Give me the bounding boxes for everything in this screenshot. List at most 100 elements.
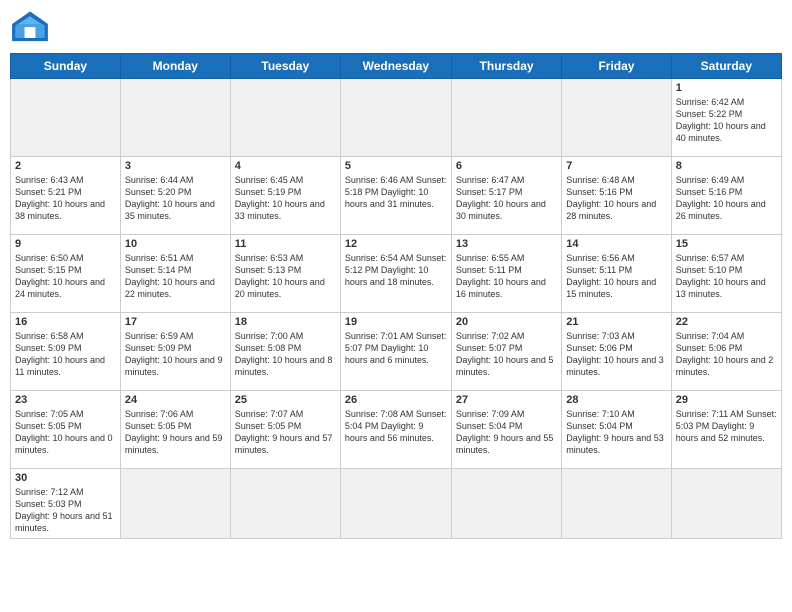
day-number: 18 [235, 316, 336, 328]
day-info: Sunrise: 7:10 AM Sunset: 5:04 PM Dayligh… [566, 408, 666, 457]
day-info: Sunrise: 7:07 AM Sunset: 5:05 PM Dayligh… [235, 408, 336, 457]
day-number: 12 [345, 238, 447, 250]
day-header-saturday: Saturday [671, 54, 781, 79]
calendar-cell: 14Sunrise: 6:56 AM Sunset: 5:11 PM Dayli… [562, 235, 671, 313]
day-number: 21 [566, 316, 666, 328]
day-number: 27 [456, 394, 557, 406]
day-header-friday: Friday [562, 54, 671, 79]
calendar-cell: 30 Sunrise: 7:12 AM Sunset: 5:03 PM Dayli… [11, 469, 121, 539]
day-number: 20 [456, 316, 557, 328]
calendar-cell: 3Sunrise: 6:44 AM Sunset: 5:20 PM Daylig… [120, 157, 230, 235]
day-number: 19 [345, 316, 447, 328]
day-header-monday: Monday [120, 54, 230, 79]
calendar-cell [11, 79, 121, 157]
day-info: Sunrise: 6:45 AM Sunset: 5:19 PM Dayligh… [235, 174, 336, 223]
week-row-4: 23 Sunrise: 7:05 AM Sunset: 5:05 PM Dayli… [11, 391, 782, 469]
calendar-cell: 18 Sunrise: 7:00 AM Sunset: 5:08 PM Dayli… [230, 313, 340, 391]
week-row-1: 2 Sunrise: 6:43 AM Sunset: 5:21 PM Daylig… [11, 157, 782, 235]
day-number: 24 [125, 394, 226, 406]
day-number: 4 [235, 160, 336, 172]
day-info: Sunrise: 6:46 AM Sunset: 5:18 PM Dayligh… [345, 174, 447, 210]
day-number: 15 [676, 238, 777, 250]
calendar-cell: 12 Sunrise: 6:54 AM Sunset: 5:12 PM Dayli… [340, 235, 451, 313]
calendar-cell: 6Sunrise: 6:47 AM Sunset: 5:17 PM Daylig… [451, 157, 561, 235]
calendar-cell: 24 Sunrise: 7:06 AM Sunset: 5:05 PM Dayli… [120, 391, 230, 469]
calendar-cell [120, 79, 230, 157]
calendar-cell: 29Sunrise: 7:11 AM Sunset: 5:03 PM Dayli… [671, 391, 781, 469]
day-number: 30 [15, 472, 116, 484]
day-info: Sunrise: 6:43 AM Sunset: 5:21 PM Dayligh… [15, 174, 116, 223]
day-number: 13 [456, 238, 557, 250]
calendar-cell [340, 79, 451, 157]
calendar-cell: 15 Sunrise: 6:57 AM Sunset: 5:10 PM Dayli… [671, 235, 781, 313]
calendar-cell [230, 79, 340, 157]
calendar-cell: 21 Sunrise: 7:03 AM Sunset: 5:06 PM Dayli… [562, 313, 671, 391]
week-row-5: 30 Sunrise: 7:12 AM Sunset: 5:03 PM Dayli… [11, 469, 782, 539]
day-info: Sunrise: 7:04 AM Sunset: 5:06 PM Dayligh… [676, 330, 777, 379]
calendar-cell [120, 469, 230, 539]
calendar-cell: 13 Sunrise: 6:55 AM Sunset: 5:11 PM Dayli… [451, 235, 561, 313]
calendar-cell [230, 469, 340, 539]
calendar-cell: 9 Sunrise: 6:50 AM Sunset: 5:15 PM Daylig… [11, 235, 121, 313]
calendar-cell: 1 Sunrise: 6:42 AM Sunset: 5:22 PM Daylig… [671, 79, 781, 157]
calendar-cell [451, 79, 561, 157]
day-info: Sunrise: 7:02 AM Sunset: 5:07 PM Dayligh… [456, 330, 557, 379]
day-info: Sunrise: 6:55 AM Sunset: 5:11 PM Dayligh… [456, 252, 557, 301]
day-info: Sunrise: 6:42 AM Sunset: 5:22 PM Dayligh… [676, 96, 777, 145]
day-number: 1 [676, 82, 777, 94]
day-number: 23 [15, 394, 116, 406]
day-info: Sunrise: 6:51 AM Sunset: 5:14 PM Dayligh… [125, 252, 226, 301]
calendar-cell: 4 Sunrise: 6:45 AM Sunset: 5:19 PM Daylig… [230, 157, 340, 235]
day-number: 7 [566, 160, 666, 172]
day-number: 6 [456, 160, 557, 172]
day-info: Sunrise: 7:08 AM Sunset: 5:04 PM Dayligh… [345, 408, 447, 444]
day-number: 3 [125, 160, 226, 172]
calendar-cell: 10 Sunrise: 6:51 AM Sunset: 5:14 PM Dayli… [120, 235, 230, 313]
calendar-table: SundayMondayTuesdayWednesdayThursdayFrid… [10, 53, 782, 539]
logo-icon [10, 10, 50, 45]
calendar-cell: 28 Sunrise: 7:10 AM Sunset: 5:04 PM Dayli… [562, 391, 671, 469]
day-number: 10 [125, 238, 226, 250]
day-info: Sunrise: 6:50 AM Sunset: 5:15 PM Dayligh… [15, 252, 116, 301]
calendar-cell [340, 469, 451, 539]
calendar-cell: 16Sunrise: 6:58 AM Sunset: 5:09 PM Dayli… [11, 313, 121, 391]
calendar-cell: 27 Sunrise: 7:09 AM Sunset: 5:04 PM Dayli… [451, 391, 561, 469]
day-number: 28 [566, 394, 666, 406]
day-info: Sunrise: 7:09 AM Sunset: 5:04 PM Dayligh… [456, 408, 557, 457]
day-info: Sunrise: 6:57 AM Sunset: 5:10 PM Dayligh… [676, 252, 777, 301]
calendar-cell: 22 Sunrise: 7:04 AM Sunset: 5:06 PM Dayli… [671, 313, 781, 391]
day-info: Sunrise: 7:06 AM Sunset: 5:05 PM Dayligh… [125, 408, 226, 457]
day-info: Sunrise: 6:54 AM Sunset: 5:12 PM Dayligh… [345, 252, 447, 288]
page: SundayMondayTuesdayWednesdayThursdayFrid… [0, 0, 792, 612]
calendar-cell: 8 Sunrise: 6:49 AM Sunset: 5:16 PM Daylig… [671, 157, 781, 235]
day-info: Sunrise: 7:00 AM Sunset: 5:08 PM Dayligh… [235, 330, 336, 379]
day-info: Sunrise: 7:03 AM Sunset: 5:06 PM Dayligh… [566, 330, 666, 379]
week-row-3: 16Sunrise: 6:58 AM Sunset: 5:09 PM Dayli… [11, 313, 782, 391]
day-number: 9 [15, 238, 116, 250]
day-header-wednesday: Wednesday [340, 54, 451, 79]
calendar-cell: 7 Sunrise: 6:48 AM Sunset: 5:16 PM Daylig… [562, 157, 671, 235]
day-info: Sunrise: 6:49 AM Sunset: 5:16 PM Dayligh… [676, 174, 777, 223]
days-header-row: SundayMondayTuesdayWednesdayThursdayFrid… [11, 54, 782, 79]
calendar-cell: 2 Sunrise: 6:43 AM Sunset: 5:21 PM Daylig… [11, 157, 121, 235]
day-info: Sunrise: 7:05 AM Sunset: 5:05 PM Dayligh… [15, 408, 116, 457]
calendar-cell [671, 469, 781, 539]
day-number: 11 [235, 238, 336, 250]
day-header-tuesday: Tuesday [230, 54, 340, 79]
calendar-cell: 5 Sunrise: 6:46 AM Sunset: 5:18 PM Daylig… [340, 157, 451, 235]
calendar-cell: 23 Sunrise: 7:05 AM Sunset: 5:05 PM Dayli… [11, 391, 121, 469]
day-number: 22 [676, 316, 777, 328]
calendar-cell [562, 469, 671, 539]
week-row-0: 1 Sunrise: 6:42 AM Sunset: 5:22 PM Daylig… [11, 79, 782, 157]
day-number: 2 [15, 160, 116, 172]
week-row-2: 9 Sunrise: 6:50 AM Sunset: 5:15 PM Daylig… [11, 235, 782, 313]
day-number: 16 [15, 316, 116, 328]
calendar-cell: 25 Sunrise: 7:07 AM Sunset: 5:05 PM Dayli… [230, 391, 340, 469]
day-number: 5 [345, 160, 447, 172]
day-number: 25 [235, 394, 336, 406]
day-info: Sunrise: 6:48 AM Sunset: 5:16 PM Dayligh… [566, 174, 666, 223]
logo [10, 10, 54, 45]
day-number: 8 [676, 160, 777, 172]
day-info: Sunrise: 7:12 AM Sunset: 5:03 PM Dayligh… [15, 486, 116, 535]
header [10, 10, 782, 45]
